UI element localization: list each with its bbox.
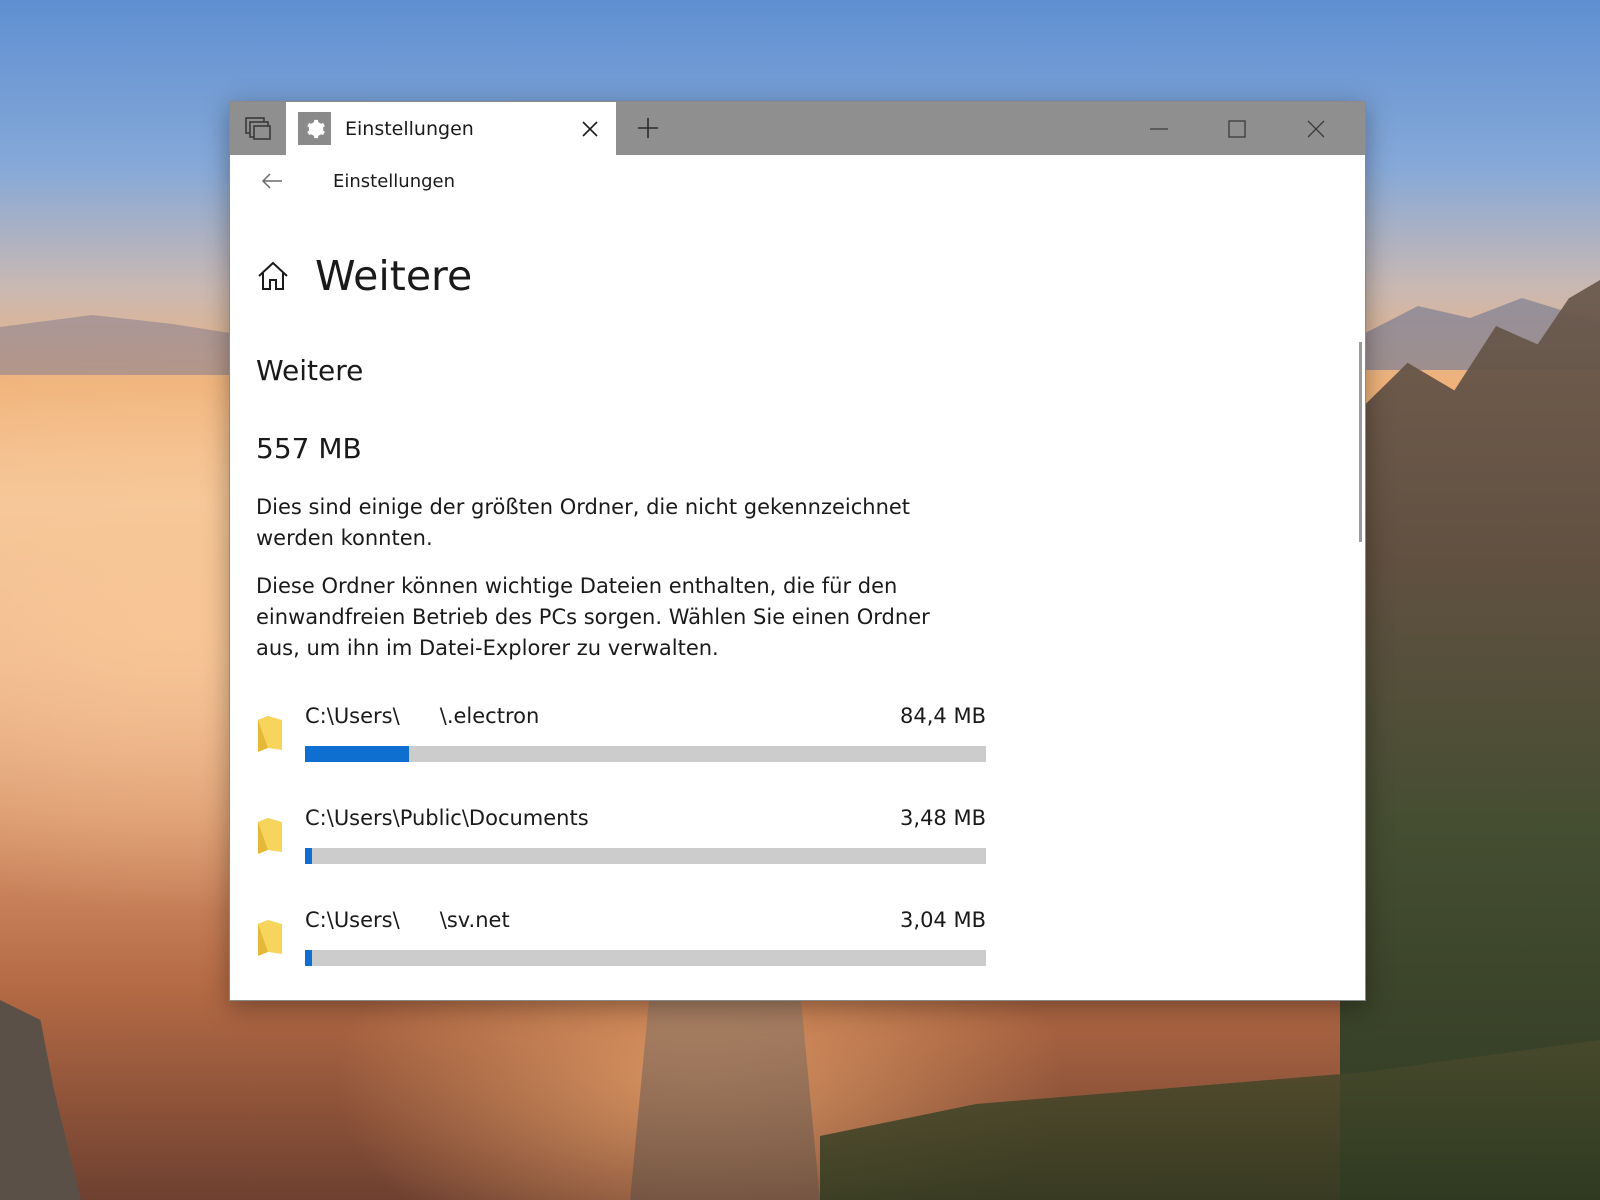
plus-icon [638, 118, 658, 138]
folder-path: C:\Users\ \.electron [305, 704, 540, 728]
folder-size: 3,04 MB [900, 908, 986, 932]
folder-icon [258, 920, 282, 956]
folder-usage-fill [305, 950, 313, 966]
folder-path: C:\Users\Public\Documents [305, 806, 589, 830]
gear-icon [306, 119, 325, 138]
folder-icon [258, 716, 282, 752]
total-size: 557 MB [256, 432, 362, 465]
folder-icon [258, 818, 282, 854]
folder-size: 3,48 MB [900, 806, 986, 830]
home-button[interactable] [256, 259, 290, 293]
back-button[interactable] [250, 163, 294, 199]
page-title: Weitere [315, 252, 473, 300]
section-title: Weitere [256, 354, 364, 387]
close-icon [1307, 120, 1325, 137]
back-arrow-icon [261, 173, 282, 189]
tabs-overview-button[interactable] [230, 102, 286, 155]
minimize-icon [1150, 127, 1168, 130]
background-rock-center [630, 1000, 820, 1200]
background-forest [820, 1040, 1600, 1200]
description-primary: Dies sind einige der größten Ordner, die… [256, 495, 911, 550]
folder-list-item[interactable]: C:\Users\Public\Documents 3,48 MB [256, 800, 986, 890]
tab-app-icon [298, 112, 331, 145]
folder-list-item[interactable]: C:\Users\ \.electron 84,4 MB [256, 698, 986, 788]
folder-usage-bar [305, 950, 986, 966]
page-header: Weitere [256, 246, 472, 306]
nav-title: Einstellungen [333, 171, 456, 192]
folder-usage-fill [305, 848, 313, 864]
close-icon [582, 120, 598, 137]
new-tab-button[interactable] [626, 106, 670, 150]
tab-title: Einstellungen [345, 117, 474, 140]
background-mountain-left [0, 315, 230, 375]
folder-usage-fill [305, 746, 409, 762]
tab-settings[interactable]: Einstellungen [286, 102, 616, 155]
home-icon [258, 261, 288, 290]
minimize-button[interactable] [1120, 102, 1198, 155]
tabs-overview-icon [245, 116, 271, 140]
description-secondary: Diese Ordner können wichtige Dateien ent… [256, 574, 930, 660]
navigation-bar: Einstellungen [230, 155, 1365, 207]
settings-window: Einstellungen Einstellungen Weitere Weit… [229, 101, 1366, 1001]
folder-usage-bar [305, 848, 986, 864]
maximize-button[interactable] [1198, 102, 1276, 155]
folder-list-item[interactable]: C:\Users\ \sv.net 3,04 MB [256, 902, 986, 992]
folder-usage-bar [305, 746, 986, 762]
folder-path: C:\Users\ \sv.net [305, 908, 510, 932]
title-bar: Einstellungen [230, 102, 1365, 155]
tab-close-button[interactable] [568, 107, 612, 151]
background-rock-left [0, 1000, 81, 1200]
close-window-button[interactable] [1277, 102, 1355, 155]
maximize-icon [1228, 119, 1246, 138]
scrollbar[interactable] [1359, 342, 1362, 542]
folder-size: 84,4 MB [900, 704, 986, 728]
